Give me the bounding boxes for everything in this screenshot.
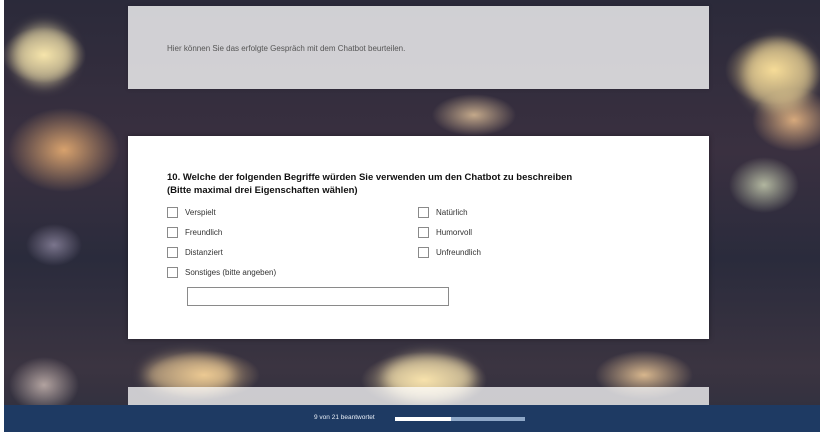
question-title-line1: 10. Welche der folgenden Begriffe würden… <box>167 172 573 183</box>
checkbox[interactable] <box>418 247 429 258</box>
option-natuerlich[interactable]: Natürlich <box>418 207 468 218</box>
option-distanziert[interactable]: Distanziert <box>167 247 223 258</box>
checkbox[interactable] <box>167 267 178 278</box>
option-label: Humorvoll <box>436 228 473 237</box>
progress-footer: 9 von 21 beantwortet <box>4 405 820 432</box>
checkbox[interactable] <box>418 207 429 218</box>
option-unfreundlich[interactable]: Unfreundlich <box>418 247 481 258</box>
bokeh-light <box>744 40 814 110</box>
option-label: Distanziert <box>185 248 223 257</box>
option-freundlich[interactable]: Freundlich <box>167 227 222 238</box>
option-label: Natürlich <box>436 208 468 217</box>
progress-text: 9 von 21 beantwortet <box>314 414 375 421</box>
question-title: 10. Welche der folgenden Begriffe würden… <box>167 171 667 197</box>
progress-bar-fill <box>395 417 451 421</box>
checkbox[interactable] <box>418 227 429 238</box>
option-label: Verspielt <box>185 208 216 217</box>
question-card: 10. Welche der folgenden Begriffe würden… <box>128 136 709 339</box>
bokeh-light <box>14 25 74 85</box>
next-question-card <box>128 387 709 407</box>
checkbox[interactable] <box>167 207 178 218</box>
progress-bar <box>395 417 525 421</box>
intro-text: Hier können Sie das erfolgte Gespräch mi… <box>167 44 406 53</box>
checkbox[interactable] <box>167 247 178 258</box>
intro-card: Hier können Sie das erfolgte Gespräch mi… <box>128 6 709 89</box>
option-label: Unfreundlich <box>436 248 481 257</box>
option-verspielt[interactable]: Verspielt <box>167 207 216 218</box>
option-label: Sonstiges (bitte angeben) <box>185 268 277 277</box>
survey-window: Hier können Sie das erfolgte Gespräch mi… <box>4 0 820 432</box>
question-title-line2: (Bitte maximal drei Eigenschaften wählen… <box>167 185 358 196</box>
option-label: Freundlich <box>185 228 223 237</box>
checkbox[interactable] <box>167 227 178 238</box>
option-sonstiges[interactable]: Sonstiges (bitte angeben) <box>167 267 276 278</box>
other-text-input[interactable] <box>187 287 449 306</box>
option-humorvoll[interactable]: Humorvoll <box>418 227 472 238</box>
